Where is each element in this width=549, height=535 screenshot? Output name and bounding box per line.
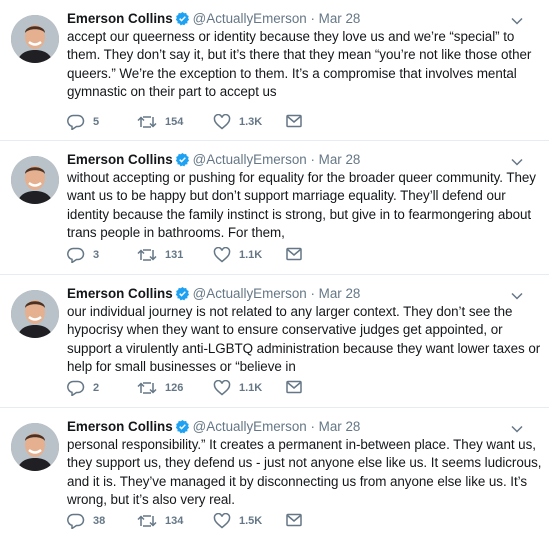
tweet-text-line: support a virulently anti-LGBTQ administ… bbox=[67, 340, 541, 356]
reply-icon bbox=[67, 380, 85, 396]
retweet-count: 154 bbox=[165, 116, 184, 128]
reply-count: 3 bbox=[93, 249, 100, 261]
retweet-button[interactable]: 134 bbox=[137, 513, 183, 529]
heart-icon bbox=[213, 380, 231, 396]
retweet-count: 134 bbox=[165, 515, 184, 527]
display-name[interactable]: Emerson Collins bbox=[67, 286, 173, 301]
reply-count: 2 bbox=[93, 382, 100, 394]
tweet-date[interactable]: Mar 28 bbox=[319, 11, 361, 26]
tweet-text-line: help for small businesses or “believe in bbox=[67, 358, 296, 374]
like-count: 1.5K bbox=[239, 515, 263, 527]
reply-button[interactable]: 38 bbox=[67, 513, 105, 529]
tweet[interactable]: Emerson Collins @ActuallyEmerson · Mar 28… bbox=[0, 141, 549, 275]
retweet-icon bbox=[137, 515, 157, 527]
reply-button[interactable]: 5 bbox=[67, 114, 99, 130]
user-handle[interactable]: @ActuallyEmerson bbox=[193, 419, 307, 434]
envelope-icon bbox=[286, 513, 302, 527]
direct-message-button[interactable] bbox=[286, 114, 302, 128]
reply-icon bbox=[67, 114, 85, 130]
retweet-icon bbox=[137, 382, 157, 394]
separator-dot: · bbox=[310, 419, 315, 434]
heart-icon bbox=[213, 247, 231, 263]
direct-message-button[interactable] bbox=[286, 513, 302, 527]
tweet-text-line: want us to be happy but don’t support ma… bbox=[67, 188, 506, 204]
display-name[interactable]: Emerson Collins bbox=[67, 419, 173, 434]
reply-count: 38 bbox=[93, 515, 106, 527]
tweet[interactable]: Emerson Collins @ActuallyEmerson · Mar 28… bbox=[0, 0, 549, 141]
tweet-text-line: without accepting or pushing for equalit… bbox=[67, 170, 536, 185]
tweet-date[interactable]: Mar 28 bbox=[319, 419, 361, 434]
heart-icon bbox=[213, 114, 231, 130]
retweet-count: 126 bbox=[165, 382, 184, 394]
direct-message-button[interactable] bbox=[286, 380, 302, 394]
heart-icon bbox=[213, 513, 231, 529]
tweet-text-line: they support us, they defend us - just n… bbox=[67, 455, 542, 471]
tweet-text-line: hypocrisy when they want to ensure conse… bbox=[67, 322, 503, 338]
tweet-text-line: wrong, but it’s also very real. bbox=[67, 491, 235, 507]
reply-button[interactable]: 2 bbox=[67, 380, 99, 396]
reply-icon bbox=[67, 513, 85, 529]
like-count: 1.1K bbox=[239, 249, 263, 261]
retweet-icon bbox=[137, 249, 157, 261]
envelope-icon bbox=[286, 380, 302, 394]
tweet[interactable]: Emerson Collins @ActuallyEmerson · Mar 28… bbox=[0, 408, 549, 535]
direct-message-button[interactable] bbox=[286, 247, 302, 261]
tweet[interactable]: Emerson Collins @ActuallyEmerson · Mar 28… bbox=[0, 275, 549, 408]
avatar[interactable] bbox=[11, 290, 59, 338]
like-count: 1.1K bbox=[239, 382, 263, 394]
tweet-text: personal responsibility.” It creates a p… bbox=[67, 436, 542, 509]
avatar[interactable] bbox=[11, 156, 59, 204]
like-button[interactable]: 1.1K bbox=[213, 247, 262, 263]
tweet-text-line: accept our queerness or identity because… bbox=[67, 29, 515, 44]
tweet-thread: Emerson Collins @ActuallyEmerson · Mar 28… bbox=[0, 0, 549, 535]
retweet-button[interactable]: 126 bbox=[137, 380, 183, 396]
separator-dot: · bbox=[310, 11, 315, 26]
envelope-icon bbox=[286, 247, 302, 261]
tweet-text-line: personal responsibility.” It creates a p… bbox=[67, 437, 536, 452]
tweet-text-line: them. They don’t say it, but it’s there … bbox=[67, 47, 532, 63]
avatar[interactable] bbox=[11, 423, 59, 471]
tweet-text: accept our queerness or identity because… bbox=[67, 28, 532, 101]
tweet-text-line: our individual journey is not related to… bbox=[67, 304, 513, 319]
reply-icon bbox=[67, 247, 85, 263]
retweet-count: 131 bbox=[165, 249, 184, 261]
like-button[interactable]: 1.1K bbox=[213, 380, 262, 396]
retweet-button[interactable]: 131 bbox=[137, 247, 183, 263]
like-button[interactable]: 1.5K bbox=[213, 513, 262, 529]
reply-button[interactable]: 3 bbox=[67, 247, 99, 263]
like-count: 1.3K bbox=[239, 116, 263, 128]
tweet-text-line: identity because the family instinct is … bbox=[67, 206, 532, 222]
avatar[interactable] bbox=[11, 15, 59, 63]
tweet-text: without accepting or pushing for equalit… bbox=[67, 169, 536, 242]
tweet-text-line: gymnastic on their part to accept us bbox=[67, 83, 277, 99]
display-name[interactable]: Emerson Collins bbox=[67, 152, 173, 167]
tweet-text-line: and it is. They’ve managed it by disconn… bbox=[67, 473, 527, 489]
tweet-text-line: trans people in bathrooms. For them, bbox=[67, 224, 285, 240]
separator-dot: · bbox=[310, 152, 315, 167]
display-name[interactable]: Emerson Collins bbox=[67, 11, 173, 26]
retweet-icon bbox=[137, 116, 157, 128]
envelope-icon bbox=[286, 114, 302, 128]
tweet-text: our individual journey is not related to… bbox=[67, 303, 541, 376]
tweet-date[interactable]: Mar 28 bbox=[319, 286, 361, 301]
reply-count: 5 bbox=[93, 116, 100, 128]
user-handle[interactable]: @ActuallyEmerson bbox=[193, 152, 307, 167]
user-handle[interactable]: @ActuallyEmerson bbox=[193, 286, 307, 301]
like-button[interactable]: 1.3K bbox=[213, 114, 262, 130]
tweet-date[interactable]: Mar 28 bbox=[319, 152, 361, 167]
separator-dot: · bbox=[310, 286, 315, 301]
tweet-text-line: queers.” We’re the exception to them. It… bbox=[67, 65, 517, 81]
retweet-button[interactable]: 154 bbox=[137, 114, 183, 130]
user-handle[interactable]: @ActuallyEmerson bbox=[193, 11, 307, 26]
